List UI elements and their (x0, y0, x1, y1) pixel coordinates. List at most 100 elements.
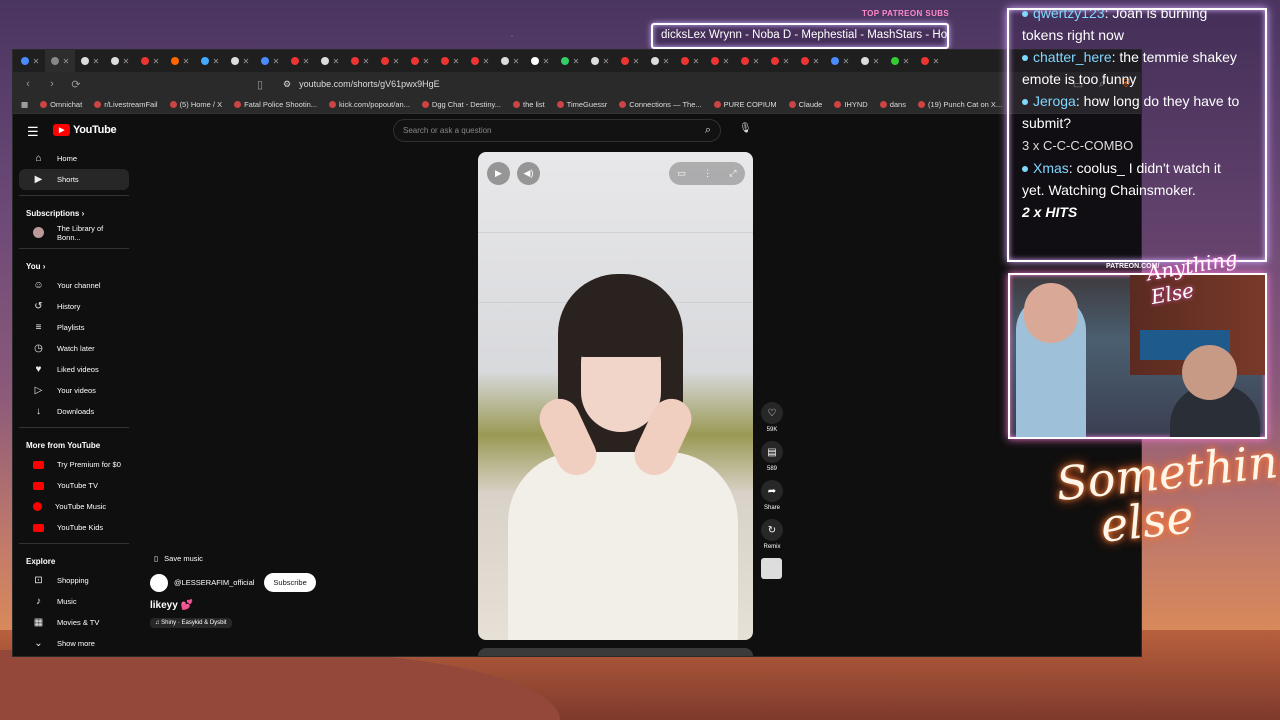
remix-button[interactable]: ↻ Remix (761, 519, 783, 550)
subscriptions-heading[interactable]: Subscriptions › (13, 201, 135, 222)
tab-close-icon[interactable]: ✕ (303, 57, 310, 66)
next-short-preview[interactable] (478, 648, 753, 656)
browser-tab[interactable]: ✕ (675, 50, 705, 72)
sidebar-item-premium[interactable]: Try Premium for $0 (19, 454, 129, 475)
browser-tab[interactable]: ✕ (135, 50, 165, 72)
captions-icon[interactable]: ▭ (678, 168, 687, 179)
tab-close-icon[interactable]: ✕ (843, 57, 850, 66)
sidebar-item-kids[interactable]: YouTube Kids (19, 517, 129, 538)
sidebar-item-shopping[interactable]: ⊡ Shopping (19, 570, 129, 591)
browser-tab[interactable]: ✕ (795, 50, 825, 72)
browser-tab[interactable]: ✕ (285, 50, 315, 72)
fullscreen-icon[interactable]: ⤢ (729, 168, 736, 179)
browser-tab[interactable]: ✕ (255, 50, 285, 72)
music-tag[interactable]: ♫ Shiny · Easykid & Dysbit (150, 618, 232, 628)
tab-close-icon[interactable]: ✕ (483, 57, 490, 66)
sidebar-item-shorts[interactable]: ▶ Shorts (19, 169, 129, 190)
tab-close-icon[interactable]: ✕ (153, 57, 160, 66)
url-bar[interactable]: ⚙ youtube.com/shorts/gV61pwx9HgE (277, 75, 1061, 93)
site-info-icon[interactable]: ⚙ (283, 79, 291, 90)
bookmark-item[interactable]: Connections — The... (619, 100, 702, 109)
bookmark-item[interactable]: dans (879, 100, 906, 109)
browser-tab[interactable]: ✕ (585, 50, 615, 72)
tab-close-icon[interactable]: ✕ (903, 57, 910, 66)
sidebar-item-music[interactable]: YouTube Music (19, 496, 129, 517)
tab-close-icon[interactable]: ✕ (573, 57, 580, 66)
search-input[interactable]: Search or ask a question ⌕ (393, 119, 721, 142)
browser-tab[interactable]: ✕ (225, 50, 255, 72)
tab-close-icon[interactable]: ✕ (213, 57, 220, 66)
save-music-button[interactable]: ▯ Save music (154, 554, 316, 563)
bookmark-item[interactable]: (19) Punch Cat on X... (917, 100, 1002, 109)
search-icon[interactable]: ⌕ (696, 120, 720, 141)
bookmark-item[interactable]: kick.com/popout/an... (329, 100, 410, 109)
tab-close-icon[interactable]: ✕ (33, 57, 40, 66)
tab-close-icon[interactable]: ✕ (633, 57, 640, 66)
tab-close-icon[interactable]: ✕ (813, 57, 820, 66)
bookmark-item[interactable]: Fatal Police Shootin... (234, 100, 317, 109)
tab-close-icon[interactable]: ✕ (513, 57, 520, 66)
browser-tab[interactable]: ✕ (645, 50, 675, 72)
browser-tab[interactable]: ✕ (915, 50, 945, 72)
bookmark-item[interactable]: r/LivestreamFail (94, 100, 158, 109)
subscribe-button[interactable]: Subscribe (264, 573, 316, 592)
browser-tab[interactable]: ✕ (165, 50, 195, 72)
sound-thumbnail[interactable] (761, 558, 782, 579)
bookmark-item[interactable]: Claude (788, 100, 822, 109)
tab-close-icon[interactable]: ✕ (723, 57, 730, 66)
browser-tab[interactable]: ✕ (555, 50, 585, 72)
you-heading[interactable]: You › (13, 254, 135, 275)
mic-icon[interactable]: 🎙 (739, 123, 752, 134)
tab-close-icon[interactable]: ✕ (363, 57, 370, 66)
bookmark-item[interactable]: the list (512, 100, 545, 109)
tab-close-icon[interactable]: ✕ (663, 57, 670, 66)
tab-close-icon[interactable]: ✕ (753, 57, 760, 66)
browser-tab[interactable]: ✕ (885, 50, 915, 72)
comments-button[interactable]: ▤ 589 (761, 441, 783, 472)
sidebar-item-your-channel[interactable]: ☺ Your channel (19, 275, 129, 296)
browser-tab[interactable]: ✕ (705, 50, 735, 72)
tab-close-icon[interactable]: ✕ (603, 57, 610, 66)
tab-close-icon[interactable]: ✕ (453, 57, 460, 66)
tab-close-icon[interactable]: ✕ (273, 57, 280, 66)
back-icon[interactable]: ‹ (21, 77, 35, 91)
sidebar-item-tv[interactable]: YouTube TV (19, 475, 129, 496)
browser-tab[interactable]: ✕ (855, 50, 885, 72)
browser-tab[interactable]: ✕ (345, 50, 375, 72)
short-video-player[interactable]: ▶ ◀) ▭ ⋮ ⤢ (478, 152, 753, 640)
tab-close-icon[interactable]: ✕ (333, 57, 340, 66)
browser-tab[interactable]: ✕ (765, 50, 795, 72)
browser-tab[interactable]: ✕ (375, 50, 405, 72)
bookmark-item[interactable]: (5) Home / X (169, 100, 222, 109)
tab-close-icon[interactable]: ✕ (183, 57, 190, 66)
browser-tab[interactable]: ✕ (75, 50, 105, 72)
bookmark-item[interactable]: IHYND (834, 100, 868, 109)
browser-tab[interactable]: ✕ (195, 50, 225, 72)
browser-tab[interactable]: ✕ (45, 50, 75, 72)
sidebar-item-watch-later[interactable]: ◷ Watch later (19, 338, 129, 359)
tab-close-icon[interactable]: ✕ (393, 57, 400, 66)
menu-icon[interactable]: ☰ (27, 124, 39, 140)
browser-tab[interactable]: ✕ (615, 50, 645, 72)
sidebar-item-downloads[interactable]: ↓ Downloads (19, 401, 129, 422)
reload-icon[interactable]: ⟳ (69, 77, 83, 91)
tab-close-icon[interactable]: ✕ (783, 57, 790, 66)
browser-tab[interactable]: ✕ (465, 50, 495, 72)
channel-name[interactable]: @LESSERAFIM_official (174, 578, 254, 587)
tab-close-icon[interactable]: ✕ (873, 57, 880, 66)
browser-tab[interactable]: ✕ (735, 50, 765, 72)
channel-avatar[interactable] (150, 573, 168, 592)
bookmark-item[interactable]: Dgg Chat - Destiny... (421, 100, 501, 109)
tab-close-icon[interactable]: ✕ (933, 57, 940, 66)
tab-close-icon[interactable]: ✕ (123, 57, 130, 66)
sidebar-item-home[interactable]: ⌂ Home (19, 148, 129, 169)
bookmark-item[interactable]: TimeGuessr (556, 100, 607, 109)
browser-tab[interactable]: ✕ (105, 50, 135, 72)
tab-close-icon[interactable]: ✕ (63, 57, 70, 66)
tab-close-icon[interactable]: ✕ (93, 57, 100, 66)
tab-close-icon[interactable]: ✕ (243, 57, 250, 66)
tab-close-icon[interactable]: ✕ (693, 57, 700, 66)
like-button[interactable]: ♡ 59K (761, 402, 783, 433)
apps-icon[interactable]: ▦ (21, 100, 28, 109)
more-options-icon[interactable]: ⋮ (703, 168, 712, 179)
